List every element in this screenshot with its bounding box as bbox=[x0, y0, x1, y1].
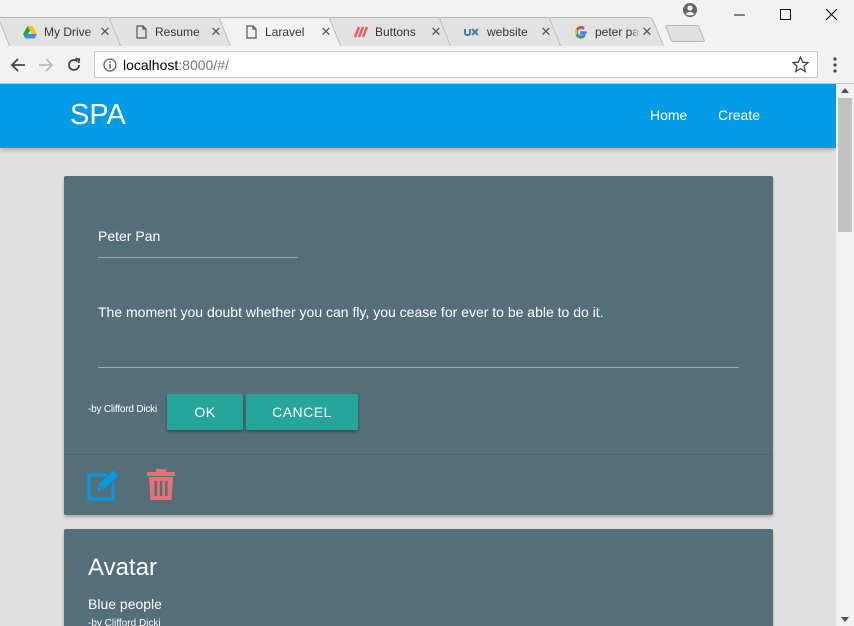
card-quote: Blue people bbox=[88, 596, 162, 612]
profile-icon[interactable] bbox=[682, 2, 698, 18]
close-icon[interactable]: ✕ bbox=[209, 24, 223, 40]
tab-title: Laravel bbox=[265, 25, 305, 39]
tab-buttons[interactable]: Buttons ✕ bbox=[340, 17, 453, 46]
close-icon[interactable]: ✕ bbox=[429, 24, 443, 40]
minimize-icon bbox=[733, 14, 745, 15]
scroll-thumb[interactable] bbox=[838, 98, 852, 232]
back-button[interactable] bbox=[7, 54, 29, 76]
quote-card: Avatar Blue people -by Clifford Dicki bbox=[64, 529, 773, 626]
ok-button[interactable]: OK bbox=[167, 394, 243, 430]
arrow-left-icon bbox=[10, 58, 25, 72]
maximize-button[interactable] bbox=[762, 0, 808, 28]
tab-title: My Drive bbox=[44, 25, 92, 39]
forward-button[interactable] bbox=[35, 54, 57, 76]
google-icon bbox=[574, 25, 588, 39]
app-header: SPA Home Create bbox=[0, 84, 836, 148]
reload-button[interactable] bbox=[63, 54, 85, 76]
nav-link-create[interactable]: Create bbox=[718, 107, 760, 123]
browser-menu-icon[interactable] bbox=[826, 56, 844, 74]
author-byline: -by Clifford Dicki bbox=[88, 618, 161, 626]
quote-textarea[interactable]: The moment you doubt whether you can fly… bbox=[98, 296, 739, 368]
document-icon bbox=[244, 25, 258, 39]
scroll-down-icon[interactable] bbox=[841, 617, 849, 622]
reload-icon bbox=[68, 57, 81, 71]
name-input[interactable]: Peter Pan bbox=[98, 226, 298, 258]
brand-logo[interactable]: SPA bbox=[70, 99, 126, 132]
brand-icon bbox=[354, 25, 368, 39]
tab-title: Buttons bbox=[375, 25, 416, 39]
tab-laravel[interactable]: Laravel ✕ bbox=[230, 17, 343, 46]
quote-textarea-value: The moment you doubt whether you can fly… bbox=[98, 304, 604, 320]
tab-title: peter pan bbox=[595, 25, 640, 39]
arrow-right-icon bbox=[39, 58, 54, 72]
quote-card-editing: Peter Pan The moment you doubt whether y… bbox=[64, 176, 773, 515]
close-icon[interactable]: ✕ bbox=[319, 24, 333, 40]
scroll-up-icon[interactable] bbox=[841, 88, 849, 93]
browser-titlebar: My Drive ✕ Resume ✕ Laravel ✕ Buttons ✕ … bbox=[0, 0, 854, 46]
edit-icon[interactable] bbox=[86, 469, 120, 501]
tab-peter-pan[interactable]: peter pan ✕ bbox=[560, 17, 664, 46]
google-drive-icon bbox=[23, 25, 37, 39]
trash-icon[interactable] bbox=[146, 469, 176, 501]
tab-title: website bbox=[487, 25, 528, 39]
card-title: Avatar bbox=[88, 554, 157, 581]
page-scrollbar[interactable] bbox=[836, 84, 854, 626]
tab-resume[interactable]: Resume ✕ bbox=[120, 17, 233, 46]
ux-icon bbox=[464, 25, 480, 39]
name-input-value: Peter Pan bbox=[98, 228, 161, 244]
maximize-icon bbox=[779, 8, 791, 20]
tab-website[interactable]: website ✕ bbox=[450, 17, 563, 46]
bookmark-star-icon[interactable] bbox=[792, 56, 809, 73]
minimize-button[interactable] bbox=[716, 0, 762, 28]
document-icon bbox=[134, 25, 148, 39]
url-host: localhost bbox=[123, 56, 179, 73]
close-window-button[interactable] bbox=[808, 0, 854, 28]
address-bar[interactable]: localhost:8000/#/ bbox=[94, 51, 818, 78]
close-icon[interactable]: ✕ bbox=[640, 24, 654, 40]
close-icon[interactable]: ✕ bbox=[539, 24, 553, 40]
tab-title: Resume bbox=[155, 25, 200, 39]
author-byline: -by Clifford Dicki bbox=[88, 404, 158, 415]
close-icon[interactable]: ✕ bbox=[98, 24, 112, 40]
browser-toolbar: localhost:8000/#/ bbox=[0, 46, 854, 84]
nav-link-home[interactable]: Home bbox=[650, 107, 687, 123]
url-path: :8000/#/ bbox=[178, 56, 229, 73]
card-action-divider bbox=[64, 454, 773, 455]
info-icon[interactable] bbox=[103, 57, 117, 72]
new-tab-button[interactable] bbox=[664, 25, 706, 42]
close-icon bbox=[825, 8, 837, 20]
cancel-button[interactable]: CANCEL bbox=[246, 394, 358, 430]
page-viewport: SPA Home Create Peter Pan The moment you… bbox=[0, 84, 854, 626]
tab-my-drive[interactable]: My Drive ✕ bbox=[9, 17, 122, 46]
